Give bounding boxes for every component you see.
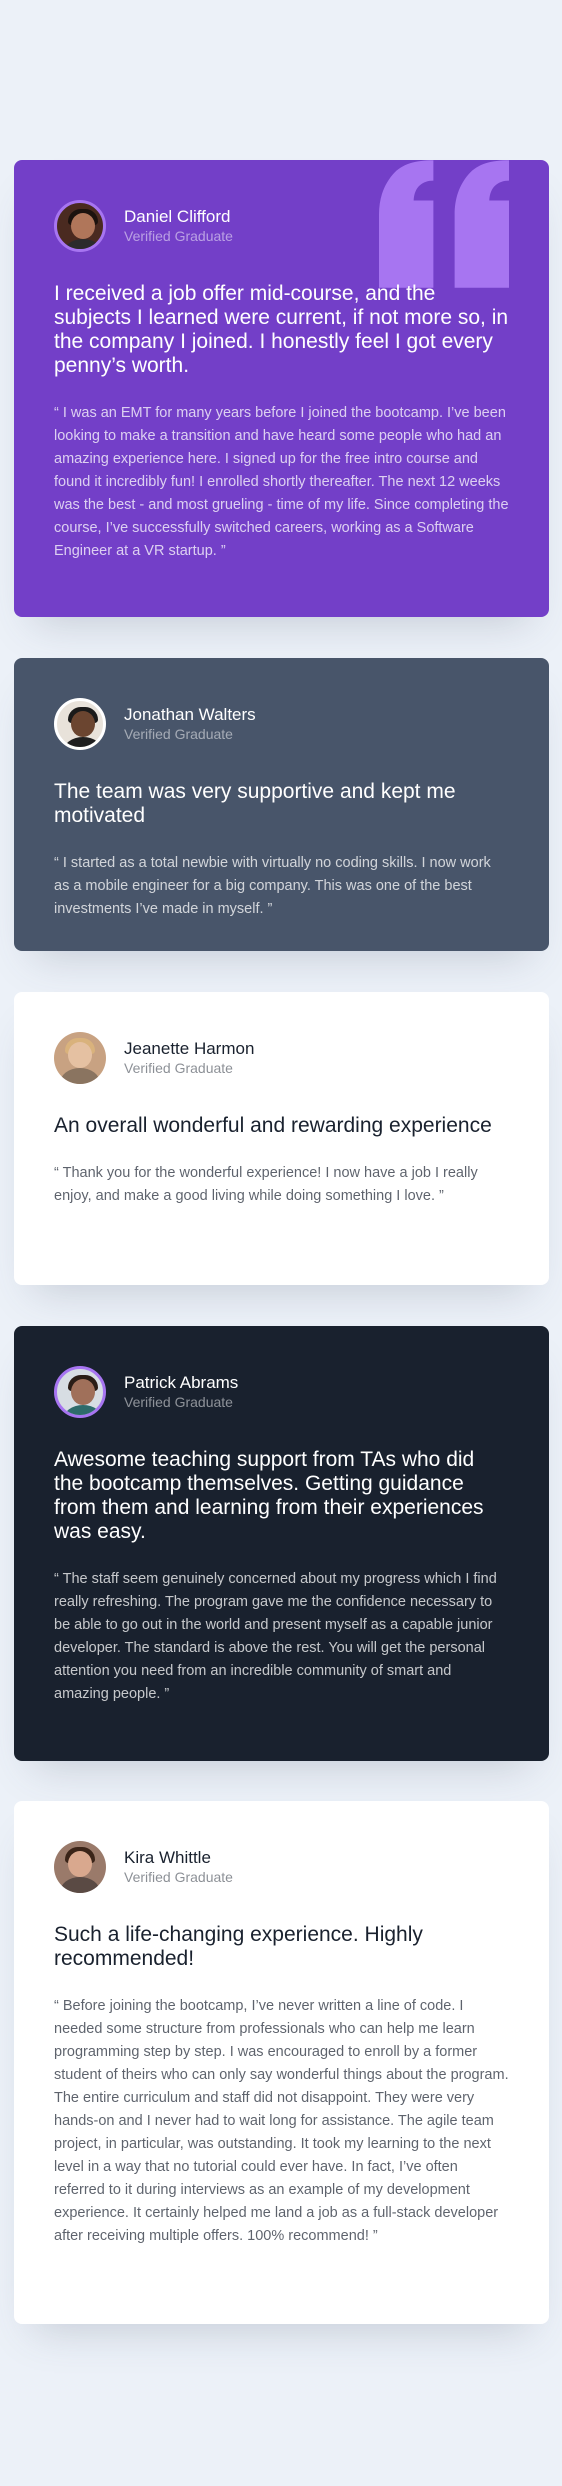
testimonial-quote: “ I was an EMT for many years before I j… (54, 405, 509, 559)
author-name: Jonathan Walters (124, 705, 256, 724)
testimonial-card-jonathan-walters: Jonathan Walters Verified Graduate The t… (14, 658, 549, 951)
author-role: Verified Graduate (124, 1869, 233, 1885)
avatar-kira-whittle (54, 1841, 106, 1893)
testimonial-headline: The team was very supportive and kept me… (54, 780, 456, 827)
avatar-jeanette-harmon (54, 1032, 106, 1084)
testimonial-quote: “ The staff seem genuinely concerned abo… (54, 1571, 497, 1702)
author-name: Kira Whittle (124, 1848, 211, 1867)
author-role: Verified Graduate (124, 228, 233, 244)
testimonial-header: Daniel Clifford Verified Graduate (54, 200, 509, 252)
testimonial-headline: Such a life-changing experience. Highly … (54, 1923, 423, 1970)
testimonial-quote: “ Thank you for the wonderful experience… (54, 1165, 478, 1204)
author-role: Verified Graduate (124, 1060, 233, 1076)
author-name: Daniel Clifford (124, 207, 231, 226)
testimonial-card-kira-whittle: Kira Whittle Verified Graduate Such a li… (14, 1801, 549, 2324)
testimonial-headline: I received a job offer mid-course, and t… (54, 282, 509, 377)
testimonial-card-patrick-abrams: Patrick Abrams Verified Graduate Awesome… (14, 1326, 549, 1761)
author-name: Jeanette Harmon (124, 1039, 255, 1058)
testimonial-card-daniel-clifford: Daniel Clifford Verified Graduate I rece… (14, 160, 549, 617)
testimonial-header: Jonathan Walters Verified Graduate (54, 698, 509, 750)
avatar-patrick-abrams (54, 1366, 106, 1418)
testimonial-quote: “ Before joining the bootcamp, I’ve neve… (54, 1998, 509, 2244)
testimonial-headline: Awesome teaching support from TAs who di… (54, 1448, 484, 1543)
testimonials-page: { "colors": { "page_background": "#ECF1F… (0, 0, 562, 2486)
testimonial-header: Jeanette Harmon Verified Graduate (54, 1032, 509, 1084)
author-role: Verified Graduate (124, 726, 233, 742)
testimonial-headline: An overall wonderful and rewarding exper… (54, 1114, 492, 1137)
testimonial-header: Kira Whittle Verified Graduate (54, 1841, 509, 1893)
author-name: Patrick Abrams (124, 1373, 239, 1392)
testimonial-header: Patrick Abrams Verified Graduate (54, 1366, 509, 1418)
testimonial-quote: “ I started as a total newbie with virtu… (54, 855, 491, 917)
author-role: Verified Graduate (124, 1394, 233, 1410)
avatar-jonathan-walters (54, 698, 106, 750)
avatar-daniel-clifford (54, 200, 106, 252)
testimonial-card-jeanette-harmon: Jeanette Harmon Verified Graduate An ove… (14, 992, 549, 1285)
